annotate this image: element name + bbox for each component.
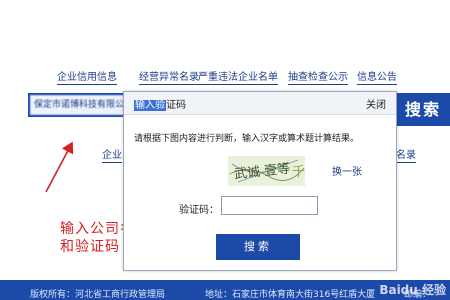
annotation-line-2: 和验证码 <box>60 239 120 255</box>
captcha-noise: 武诚 壹等 千 <box>228 156 305 186</box>
dialog-search-button[interactable]: 搜索 <box>216 234 300 260</box>
dialog-title: 输入验证码 <box>134 96 186 111</box>
dialog-title-rest: 证码 <box>166 100 186 111</box>
subnav-link-right[interactable]: 名录 <box>396 150 416 163</box>
nav-link-abnormal-list[interactable]: 经营异常名录 <box>139 72 199 85</box>
nav-link-credit-info[interactable]: 企业信用信息 <box>57 72 117 85</box>
nav-link-announcement[interactable]: 信息公告 <box>357 72 397 85</box>
footer-owner: 版权所有：河北省工商行政管理局 <box>30 290 166 300</box>
svg-text:千: 千 <box>292 165 305 180</box>
captcha-code-input[interactable] <box>221 196 318 215</box>
nav-link-illegal-list[interactable]: 严重违法企业名单 <box>198 72 278 85</box>
baidu-watermark: Baidu 经验 <box>379 283 446 297</box>
search-button[interactable]: 搜索 <box>396 93 450 126</box>
subnav-link-left[interactable]: 企业 <box>102 150 122 163</box>
captcha-dialog: 输入验证码 关闭 请根据下图内容进行判断，输入汉字或算术题计算结果。 武诚 壹等… <box>123 91 397 271</box>
close-button[interactable]: 关闭 <box>366 96 386 111</box>
top-nav: 企业信用信息 经营异常名录 严重违法企业名单 抽查检查公示 信息公告 <box>0 72 450 86</box>
captcha-image: 武诚 壹等 千 <box>228 156 305 186</box>
nav-link-inspection[interactable]: 抽查检查公示 <box>288 72 348 85</box>
footer-address: 地址：石家庄市体育南大街316号红盾大厦 <box>205 290 376 300</box>
dialog-instruction: 请根据下图内容进行判断，输入汉字或算术题计算结果。 <box>134 134 360 144</box>
company-search-input[interactable]: 保定市诺博科技有限公司 <box>30 95 130 115</box>
dialog-header: 输入验证码 关闭 <box>124 92 396 115</box>
dialog-title-highlight: 输入验 <box>134 100 166 111</box>
refresh-captcha-link[interactable]: 换一张 <box>332 163 362 178</box>
arrow-to-search-input <box>45 141 74 193</box>
captcha-code-label: 验证码： <box>179 205 219 216</box>
